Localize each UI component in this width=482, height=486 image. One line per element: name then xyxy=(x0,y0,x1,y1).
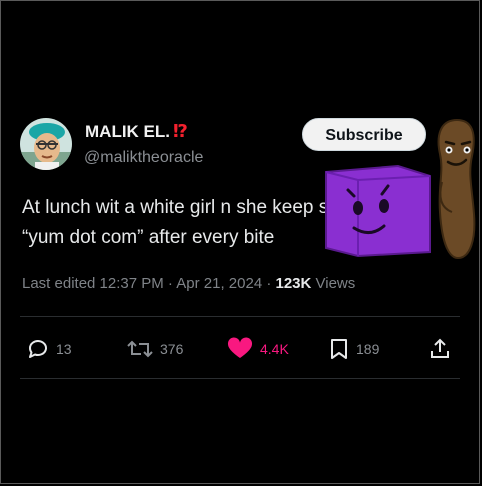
edited-timestamp[interactable]: Last edited 12:37 PM · Apr 21, 2024 · xyxy=(22,275,276,292)
bookmark-count: 189 xyxy=(356,341,380,357)
purple-cube-sticker-icon xyxy=(325,164,431,258)
peanut-sticker-icon xyxy=(437,118,476,260)
bookmark-button[interactable]: 189 xyxy=(328,334,379,364)
exclamation-question-icon: ⁉ xyxy=(173,121,188,141)
divider-top xyxy=(20,316,460,317)
author-handle[interactable]: @maliktheoracle xyxy=(84,149,203,167)
divider-bottom xyxy=(20,378,460,379)
views-count: 123K xyxy=(275,275,312,292)
bookmark-icon xyxy=(331,339,347,359)
subscribe-button[interactable]: Subscribe xyxy=(302,118,426,151)
share-icon xyxy=(431,338,449,358)
reply-button[interactable]: 13 xyxy=(26,334,72,364)
repost-button[interactable]: 376 xyxy=(126,334,183,364)
tweet-meta: Last edited 12:37 PM · Apr 21, 2024 · 12… xyxy=(22,275,355,292)
reply-count: 13 xyxy=(56,341,72,357)
views-label: Views xyxy=(311,275,356,292)
repost-icon xyxy=(127,340,153,358)
like-button[interactable]: 4.4K xyxy=(226,334,289,364)
action-bar: 13 376 4.4K 189 xyxy=(22,334,462,364)
author-name[interactable]: MALIK EL. xyxy=(85,122,170,142)
share-button[interactable] xyxy=(428,334,452,364)
avatar[interactable] xyxy=(20,118,72,170)
heart-icon xyxy=(227,337,253,358)
avatar-cartoon-icon xyxy=(20,118,72,170)
reply-icon xyxy=(29,340,47,358)
author-name-row[interactable]: MALIK EL. ⁉ xyxy=(85,121,188,142)
repost-count: 376 xyxy=(160,341,184,357)
like-count: 4.4K xyxy=(260,341,289,357)
